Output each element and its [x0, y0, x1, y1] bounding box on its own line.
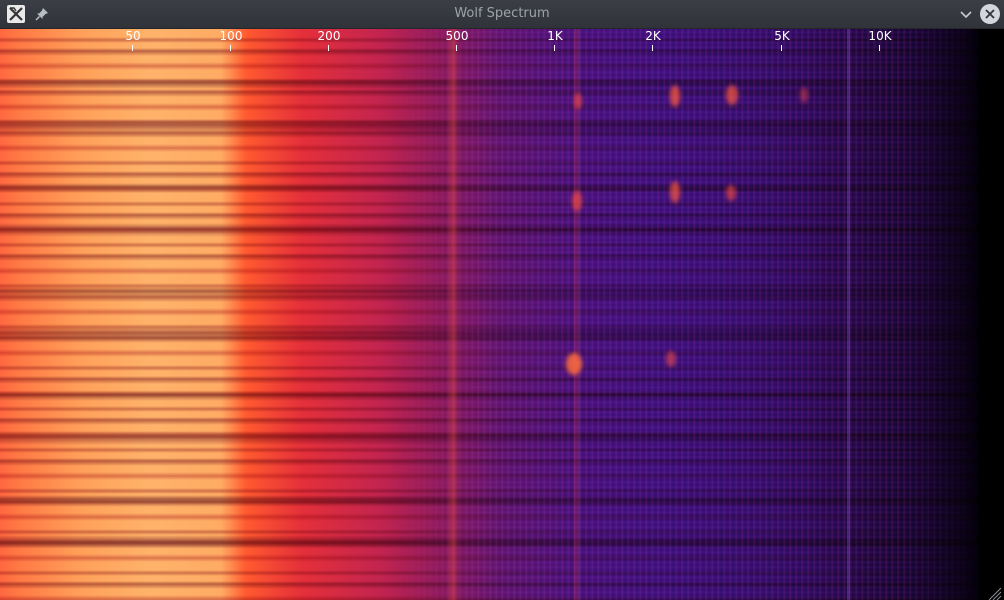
peak-blob	[572, 191, 582, 211]
tick-label: 2K	[645, 29, 661, 43]
app-logo-icon[interactable]	[7, 5, 25, 23]
peak-blob	[726, 185, 736, 201]
tick-label: 200	[317, 29, 341, 43]
peak-blob	[574, 93, 582, 109]
window-title: Wolf Spectrum	[454, 6, 550, 21]
close-icon[interactable]	[980, 4, 1000, 24]
tick-mark	[230, 45, 231, 51]
tick-mark	[781, 45, 782, 51]
spectrogram-view[interactable]: 50 100 200 500 1K 2K 5K 10K	[0, 29, 1004, 600]
peak-blob	[800, 87, 808, 103]
tick-mark	[554, 45, 555, 51]
tick-label: 1K	[547, 29, 563, 43]
tick-label: 50	[125, 29, 141, 43]
tick-mark	[879, 45, 880, 51]
peak-blob	[670, 181, 680, 203]
chevron-down-icon[interactable]	[956, 5, 976, 23]
tick-label: 10K	[868, 29, 892, 43]
tick-mark	[652, 45, 653, 51]
tick-mark	[456, 45, 457, 51]
tick-mark	[328, 45, 329, 51]
pin-icon[interactable]	[33, 5, 51, 23]
harmonic-line	[847, 29, 850, 600]
spectrum-edge	[978, 29, 1004, 600]
resize-grip-icon[interactable]	[986, 585, 1002, 600]
harmonic-line	[446, 29, 460, 600]
spectrogram-noise	[0, 29, 1004, 600]
plugin-window: Wolf Spectrum 50 100 200 500 1K 2K 5K 10…	[0, 0, 1004, 600]
title-bar[interactable]: Wolf Spectrum	[0, 0, 1004, 29]
tick-mark	[132, 45, 133, 51]
tick-label: 100	[219, 29, 243, 43]
tick-label: 5K	[774, 29, 790, 43]
harmonic-line	[574, 29, 580, 600]
tick-label: 500	[445, 29, 469, 43]
peak-blob	[726, 85, 738, 105]
frequency-axis: 50 100 200 500 1K 2K 5K 10K	[0, 29, 1004, 55]
peak-blob	[666, 351, 676, 367]
peak-blob	[566, 353, 582, 375]
peak-blob	[670, 85, 680, 107]
